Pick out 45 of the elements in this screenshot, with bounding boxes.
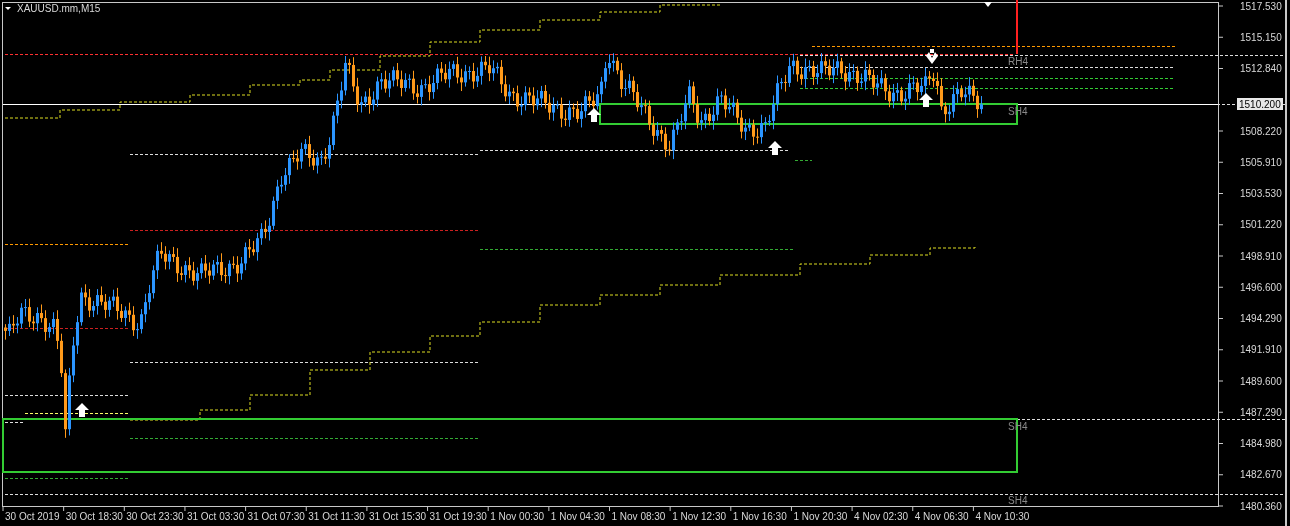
price-label: 1480.360 [1240, 500, 1282, 512]
time-label: 30 Oct 23:30 [126, 511, 184, 522]
up-arrow-icon [587, 108, 601, 122]
price-label: 1489.600 [1240, 375, 1282, 387]
price-label: 1505.910 [1240, 156, 1282, 168]
current-price-label: 1510.200 [1237, 98, 1283, 110]
time-label: 1 Nov 16:30 [732, 511, 787, 522]
marker-line [1016, 0, 1018, 55]
time-label: 31 Oct 19:30 [429, 511, 487, 522]
price-label: 1503.530 [1240, 188, 1282, 199]
time-label: 4 Nov 10:30 [975, 511, 1030, 522]
time-label: 1 Nov 00:30 [490, 511, 545, 522]
time-label: 31 Oct 15:30 [368, 511, 427, 522]
level-label: RH4 [1008, 56, 1028, 67]
price-label: 1494.290 [1240, 313, 1282, 324]
up-arrow-icon [919, 93, 933, 107]
dropdown-triangle-icon[interactable] [5, 7, 11, 10]
price-label: 1515.150 [1240, 31, 1282, 43]
time-label: 30 Oct 18:30 [65, 511, 123, 522]
time-label: 1 Nov 12:30 [672, 511, 727, 522]
time-label: 31 Oct 11:30 [308, 511, 365, 522]
time-label: 1 Nov 08:30 [611, 511, 666, 522]
price-label: 1496.600 [1240, 281, 1282, 293]
price-label: 1498.910 [1240, 250, 1282, 262]
triangle-icon [984, 2, 992, 7]
price-label: 1482.670 [1240, 469, 1282, 481]
time-label: 1 Nov 20:30 [793, 511, 848, 522]
up-arrow-icon [75, 403, 89, 417]
price-label: 1487.290 [1240, 406, 1282, 418]
price-label: 1491.910 [1240, 344, 1282, 356]
time-label: 31 Oct 07:30 [247, 511, 305, 522]
up-arrow-icon [768, 141, 782, 155]
time-label: 4 Nov 06:30 [914, 511, 969, 522]
price-label: 1512.840 [1240, 63, 1282, 74]
time-label: 31 Oct 03:30 [186, 511, 245, 522]
price-label: 1508.220 [1240, 125, 1282, 137]
time-label: 1 Nov 04:30 [550, 511, 605, 522]
price-label: 1484.980 [1240, 438, 1282, 449]
price-label: 1501.220 [1240, 219, 1282, 231]
time-label: 30 Oct 2019 [5, 511, 60, 522]
time-label: 4 Nov 02:30 [854, 511, 909, 522]
chart-title: XAUUSD.mm,M15 [17, 3, 101, 14]
level-label: SH4 [1008, 495, 1028, 506]
price-label: 1517.530 [1240, 0, 1282, 12]
down-arrow-icon [926, 49, 938, 64]
